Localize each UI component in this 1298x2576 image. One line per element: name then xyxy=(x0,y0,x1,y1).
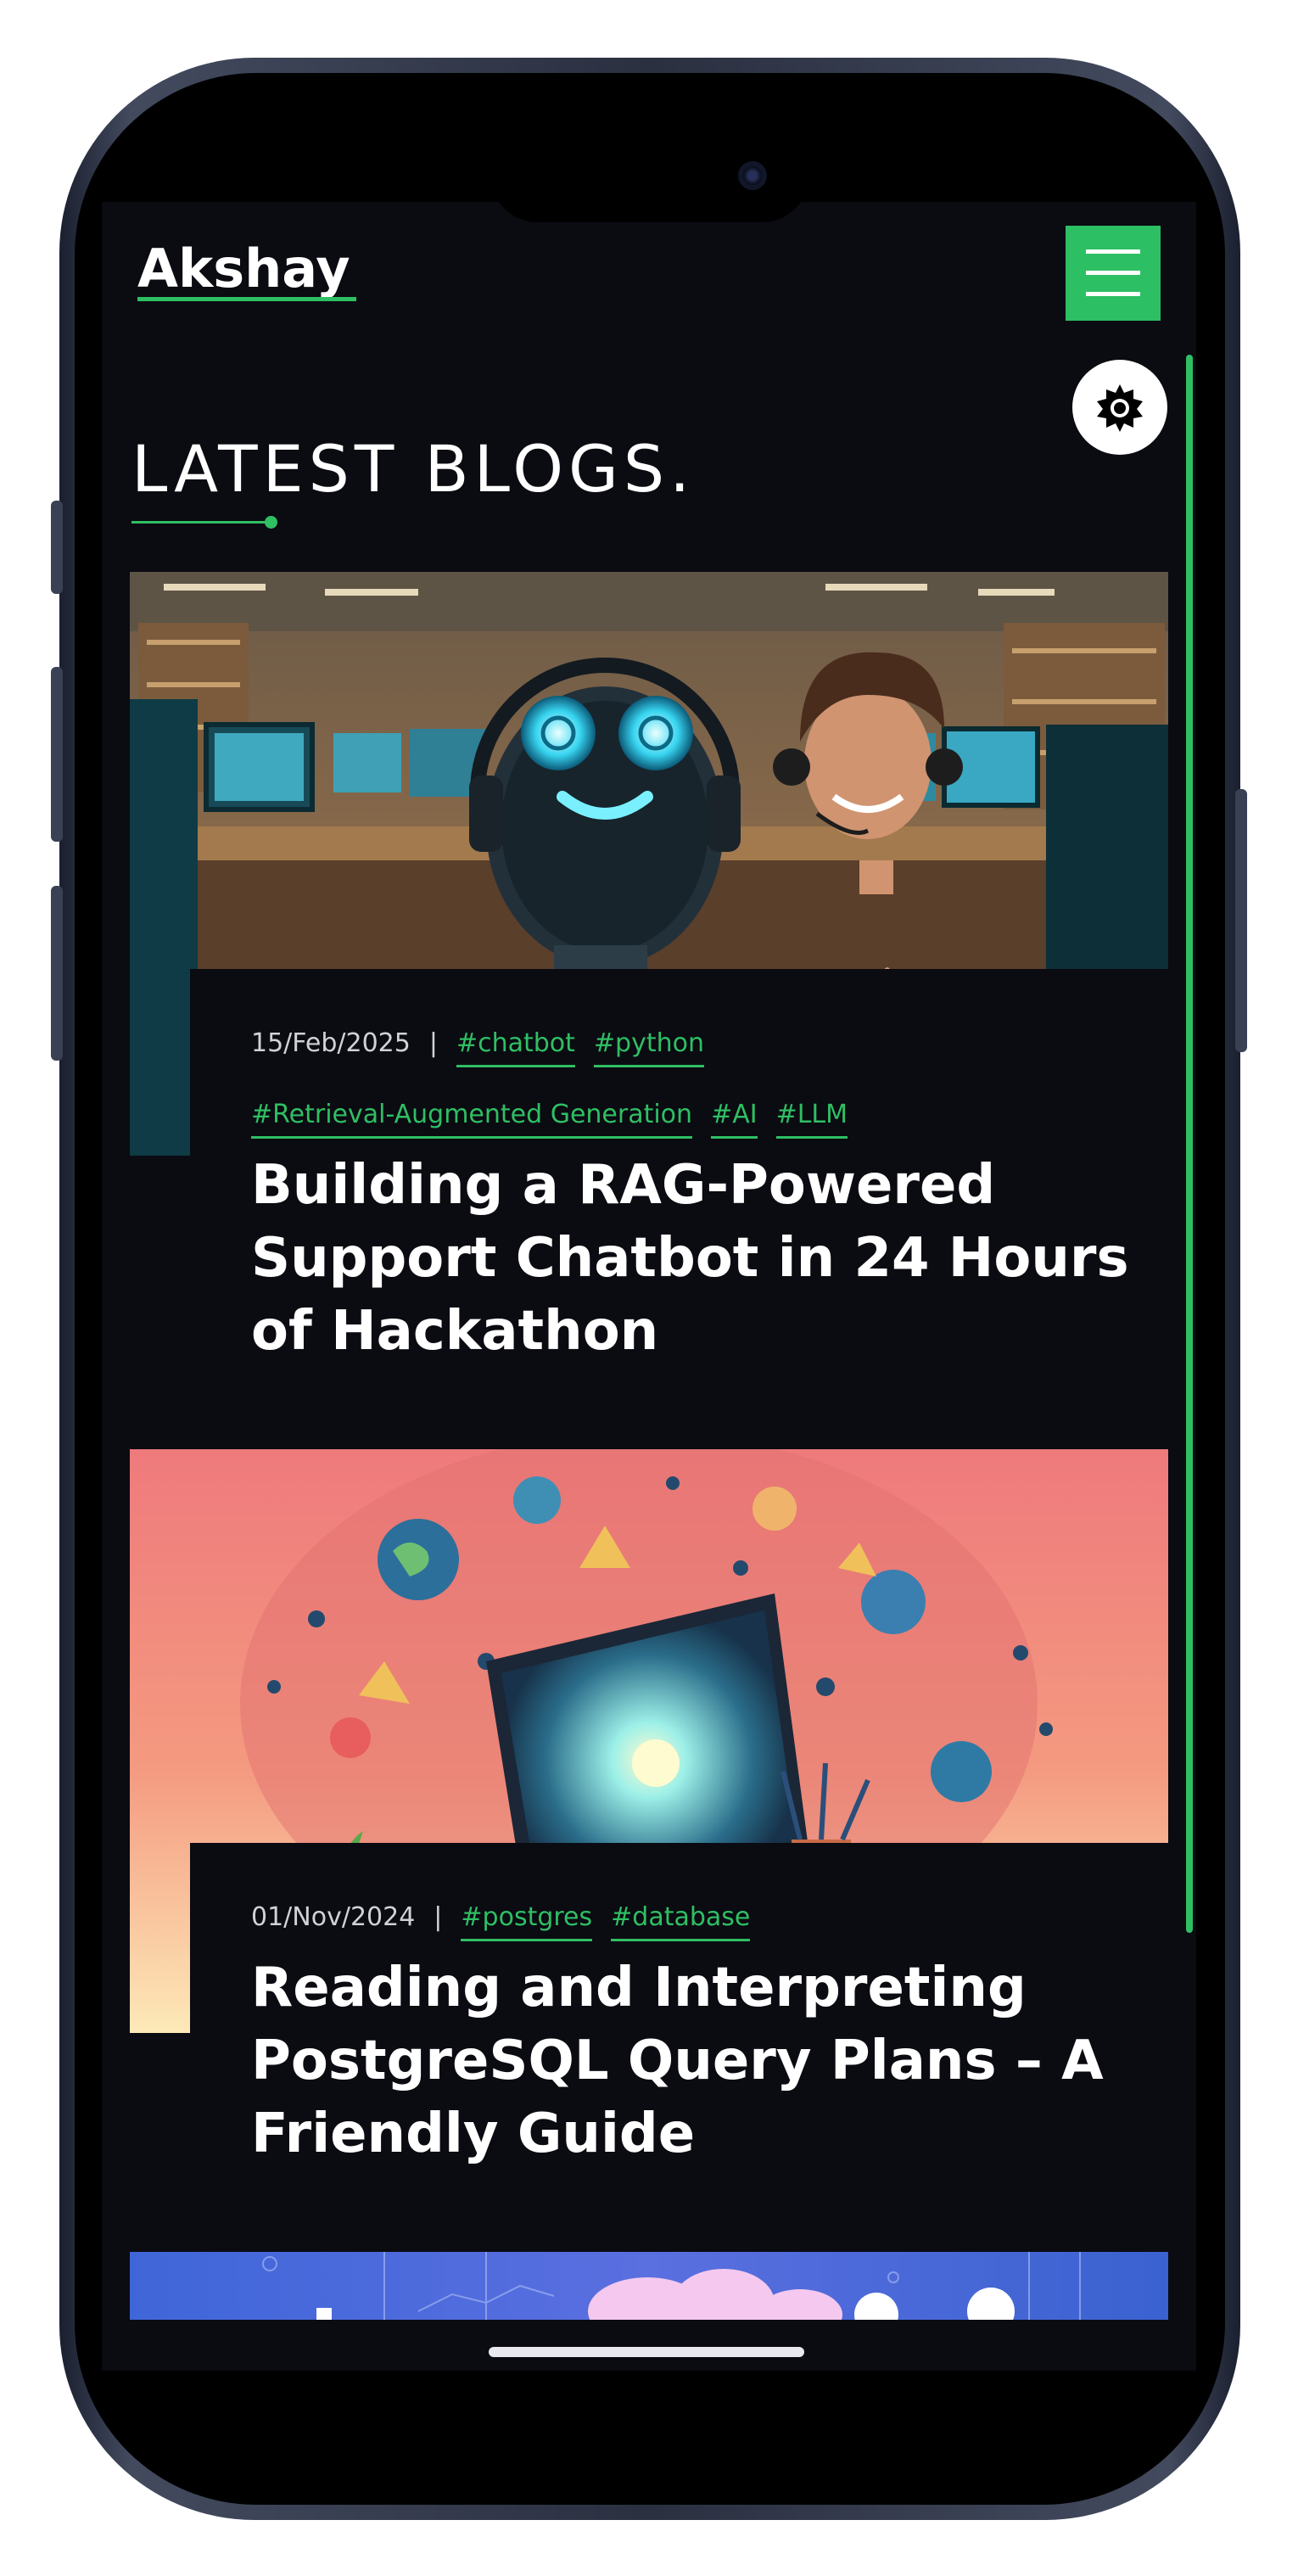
logo-underline xyxy=(137,297,356,301)
hamburger-icon-line xyxy=(1086,271,1140,275)
post-title[interactable]: Reading and Interpreting PostgreSQL Quer… xyxy=(251,1952,1150,2170)
post-meta-row-2: #Retrieval-Augmented Generation #AI #LLM xyxy=(251,1100,866,1139)
post-date: 01/Nov/2024 xyxy=(251,1902,416,1932)
scroll-indicator[interactable] xyxy=(1186,355,1193,1933)
meta-separator: | xyxy=(428,1028,438,1058)
tag-ai[interactable]: #AI xyxy=(711,1100,758,1139)
volume-down-button xyxy=(51,886,63,1061)
screen: Akshay LATEST BLOGS. 15/Feb/2025 | #chat… xyxy=(102,202,1196,2371)
tag-chatbot[interactable]: #chatbot xyxy=(456,1028,575,1067)
sun-gear-icon xyxy=(1097,384,1143,432)
theme-toggle-button[interactable] xyxy=(1072,360,1167,455)
post-card[interactable]: 15/Feb/2025 | #chatbot #python #Retrieval-A… xyxy=(190,969,1168,1449)
hamburger-icon xyxy=(1086,249,1140,254)
camera-lens xyxy=(743,166,762,185)
section-title: LATEST BLOGS. xyxy=(131,431,696,507)
menu-button[interactable] xyxy=(1066,226,1161,321)
post-card[interactable]: 01/Nov/2024 | #postgres #database Reading a… xyxy=(190,1843,1168,2288)
volume-up-button xyxy=(51,667,63,842)
post-title[interactable]: Building a RAG-Powered Support Chatbot i… xyxy=(251,1149,1150,1368)
tag-rag[interactable]: #Retrieval-Augmented Generation xyxy=(251,1100,693,1139)
tag-postgres[interactable]: #postgres xyxy=(461,1902,593,1941)
hamburger-icon-line xyxy=(1086,292,1140,296)
site-logo[interactable]: Akshay xyxy=(137,238,350,300)
action-button xyxy=(51,501,63,594)
tag-python[interactable]: #python xyxy=(593,1028,704,1067)
post-date: 15/Feb/2025 xyxy=(251,1028,411,1058)
title-underline-dot xyxy=(265,516,277,529)
title-underline xyxy=(131,521,272,524)
tag-database[interactable]: #database xyxy=(611,1902,751,1941)
bottom-bar xyxy=(102,2320,1196,2371)
home-indicator[interactable] xyxy=(489,2347,804,2357)
post-meta-row-1: 15/Feb/2025 | #chatbot #python xyxy=(251,1028,723,1067)
tag-llm[interactable]: #LLM xyxy=(775,1100,848,1139)
power-button xyxy=(1235,789,1247,1052)
post-image[interactable] xyxy=(130,2252,1168,2320)
meta-separator: | xyxy=(434,1902,443,1932)
post-meta-row-1: 01/Nov/2024 | #postgres #database xyxy=(251,1902,769,1941)
cloud-network-illustration xyxy=(130,2252,1168,2320)
